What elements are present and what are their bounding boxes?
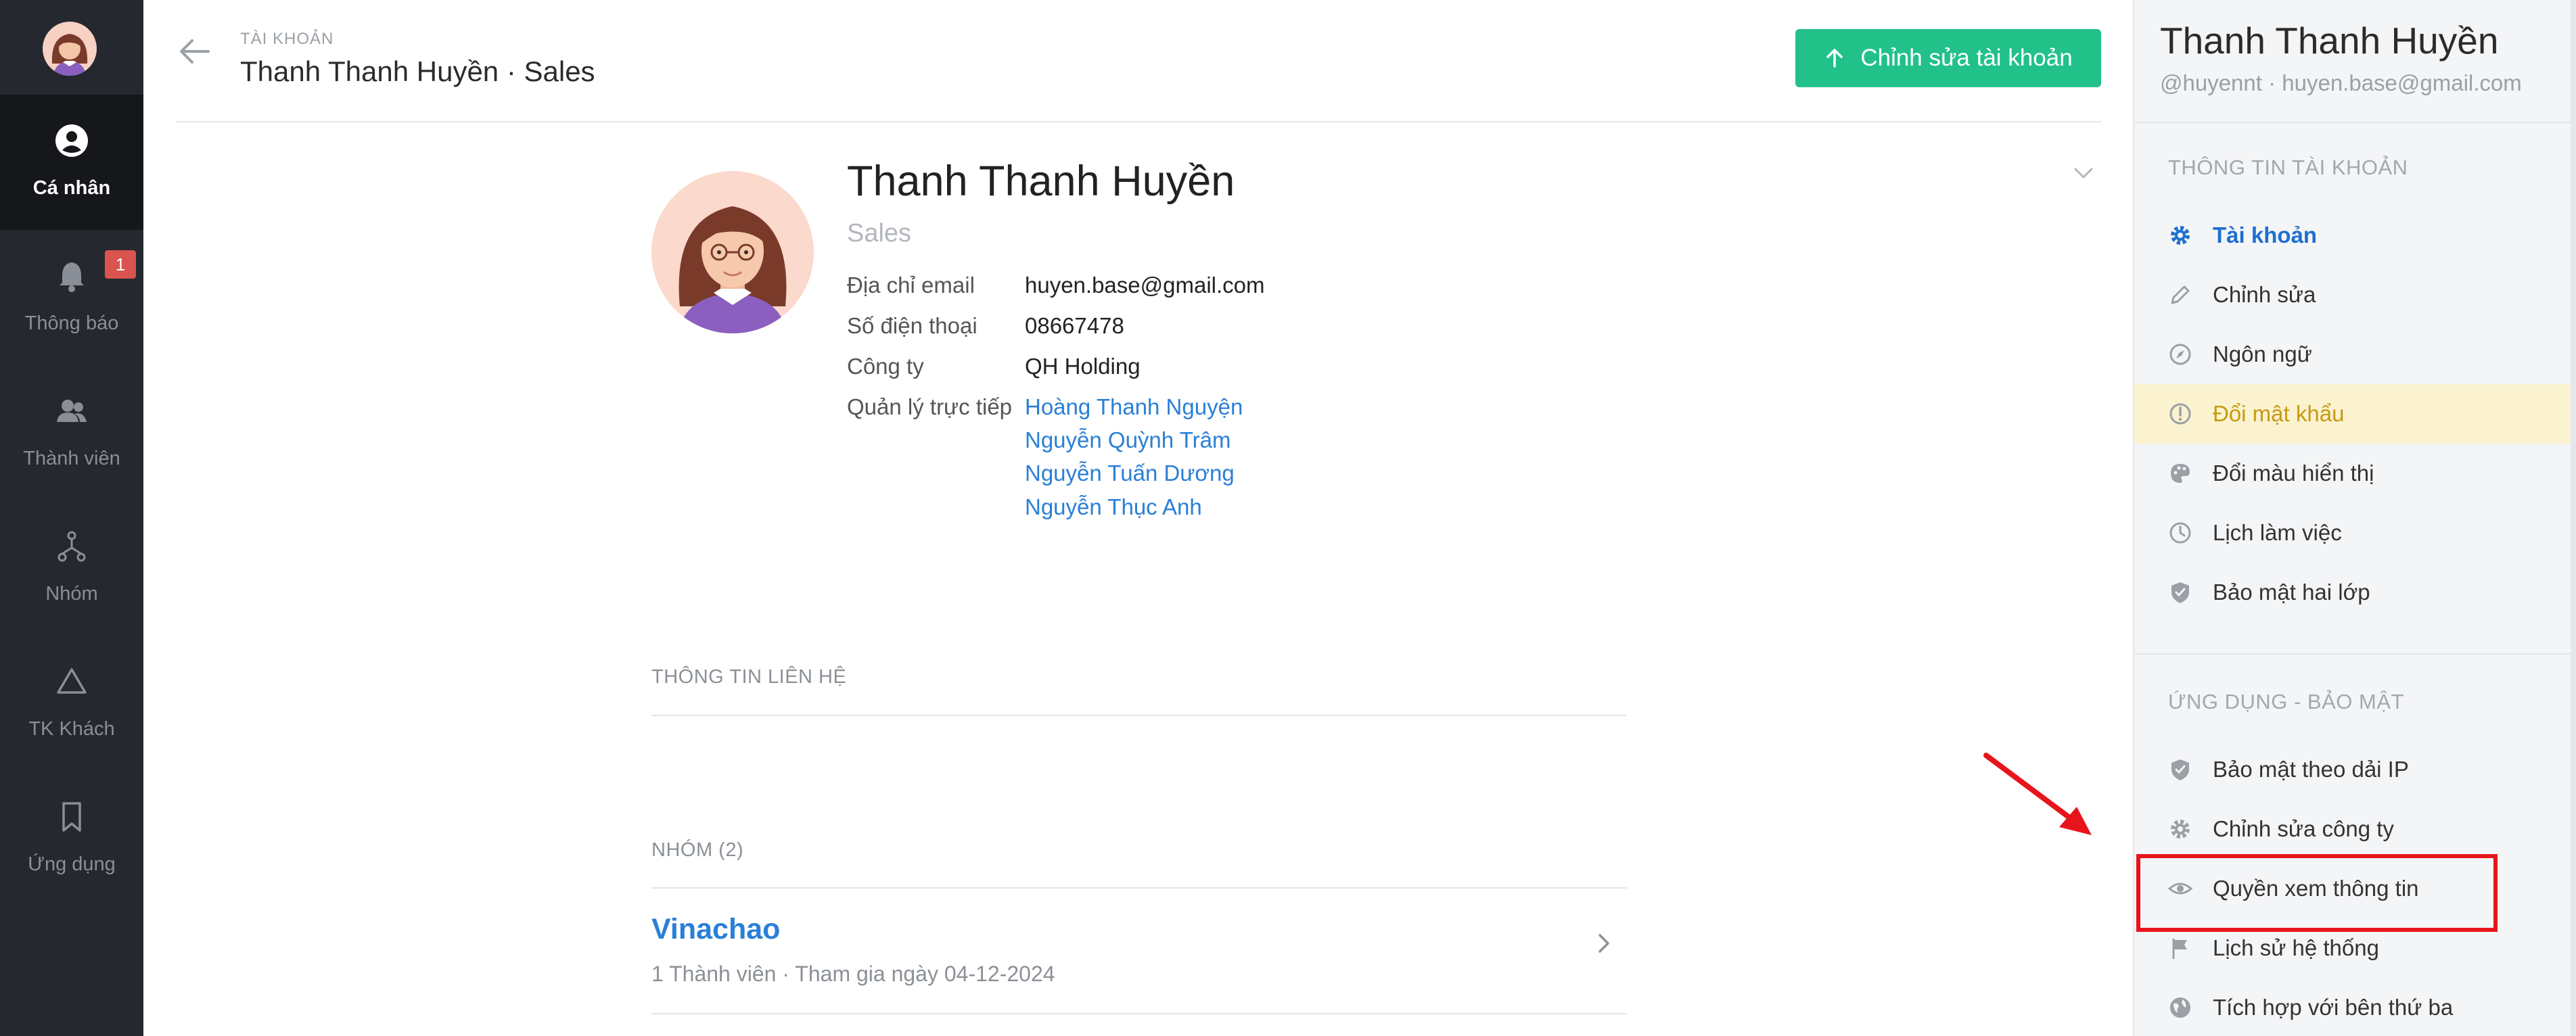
menu-item-two-factor[interactable]: Bảo mật hai lớp: [2134, 563, 2576, 622]
notification-badge: 1: [105, 250, 136, 279]
menu-item-label: Đổi màu hiển thị: [2213, 461, 2374, 486]
manager-link[interactable]: Nguyễn Tuấn Dương: [1025, 461, 1235, 486]
chevron-right-icon[interactable]: [1593, 930, 1613, 957]
nav-item-members[interactable]: Thành viên: [0, 365, 143, 500]
manager-link[interactable]: Hoàng Thanh Nguyện: [1025, 394, 1243, 420]
group-tree-icon: [58, 531, 86, 562]
panel-divider: [2134, 122, 2576, 123]
menu-item-label: Chỉnh sửa: [2213, 282, 2316, 307]
menu-item-account[interactable]: Tài khoản: [2134, 206, 2576, 265]
arrow-up-icon: [1826, 49, 1843, 68]
menu-item-edit[interactable]: Chỉnh sửa: [2134, 265, 2576, 325]
profile-name: Thanh Thanh Huyền: [847, 158, 1235, 205]
edit-account-label: Chỉnh sửa tài khoản: [1860, 45, 2073, 71]
nav-item-label: TK Khách: [28, 718, 115, 740]
menu-item-theme[interactable]: Đổi màu hiển thị: [2134, 444, 2576, 503]
contact-section-title: THÔNG TIN LIÊN HỆ: [651, 666, 847, 688]
company-value: QH Holding: [1025, 354, 1141, 379]
compass-icon: [2169, 344, 2191, 365]
groups-section-title: NHÓM (2): [651, 839, 744, 861]
profile-role: Sales: [847, 219, 912, 248]
menu-item-label: Bảo mật hai lớp: [2213, 580, 2370, 605]
menu-item-label: Chỉnh sửa công ty: [2213, 816, 2394, 841]
pencil-icon: [2171, 285, 2190, 304]
menu-item-edit-company[interactable]: Chỉnh sửa công ty: [2134, 799, 2576, 859]
email-label: Địa chỉ email: [847, 273, 975, 298]
edit-account-button[interactable]: Chỉnh sửa tài khoản: [1795, 29, 2101, 87]
nav-item-label: Ứng dụng: [28, 853, 116, 875]
bell-icon: [60, 262, 84, 292]
gear-icon: [2171, 226, 2190, 245]
chevron-down-icon[interactable]: [2070, 161, 2097, 185]
phone-value: 08667478: [1025, 313, 1124, 338]
alert-circle-icon: [2169, 403, 2191, 425]
annotation-arrow: [1983, 753, 2092, 835]
nav-item-label: Thông báo: [24, 312, 119, 334]
manager-label: Quản lý trực tiếp: [847, 394, 1013, 419]
manager-link[interactable]: Nguyễn Thục Anh: [1025, 494, 1202, 520]
menu-item-change-password[interactable]: Đổi mật khẩu: [2134, 384, 2576, 444]
panel-divider: [2134, 653, 2576, 655]
profile-avatar: [651, 171, 814, 333]
shield-icon: [2171, 759, 2189, 780]
header-divider: [176, 121, 2101, 122]
menu-item-label: Lịch làm việc: [2213, 520, 2342, 545]
group-name-link[interactable]: Vinachao: [651, 913, 780, 946]
menu-item-label: Lịch sử hệ thống: [2213, 935, 2379, 960]
panel-user-subtitle: @huyennt · huyen.base@gmail.com: [2160, 70, 2522, 95]
nav-item-label: Cá nhân: [32, 177, 111, 199]
nav-item-apps[interactable]: Ứng dụng: [0, 771, 143, 906]
left-nav: Cá nhân Thông báo 1 Thành viên Nhóm TK K…: [0, 0, 143, 1036]
menu-item-label: Tích hợp với bên thứ ba: [2213, 995, 2454, 1020]
group-meta: 1 Thành viên · Tham gia ngày 04-12-2024: [651, 962, 1055, 986]
menu-item-schedule[interactable]: Lịch làm việc: [2134, 503, 2576, 563]
nav-item-label: Nhóm: [45, 583, 98, 605]
back-arrow-icon[interactable]: [176, 32, 214, 70]
users-icon: [57, 400, 87, 422]
annotation-highlight-box: [2136, 854, 2498, 932]
nav-item-groups[interactable]: Nhóm: [0, 500, 143, 636]
menu-item-language[interactable]: Ngôn ngữ: [2134, 325, 2576, 384]
menu-item-label: Tài khoản: [2213, 222, 2318, 248]
security-section-title: ỨNG DỤNG - BẢO MẬT: [2168, 690, 2404, 713]
menu-item-label: Ngôn ngữ: [2213, 342, 2312, 367]
clock-icon: [2169, 522, 2191, 544]
palette-icon: [2171, 464, 2190, 483]
email-value: huyen.base@gmail.com: [1025, 273, 1265, 298]
section-divider: [651, 887, 1627, 889]
section-divider: [651, 715, 1627, 716]
user-circle-icon: [55, 124, 88, 157]
breadcrumb: TÀI KHOẢN: [240, 30, 334, 48]
page-title: Thanh Thanh Huyền · Sales: [240, 55, 595, 87]
bookmark-icon: [62, 802, 81, 832]
nav-item-guest-accounts[interactable]: TK Khách: [0, 636, 143, 771]
nav-item-label: Thành viên: [23, 448, 120, 469]
menu-item-ip-security[interactable]: Bảo mật theo dải IP: [2134, 740, 2576, 799]
panel-user-name: Thanh Thanh Huyền: [2160, 20, 2499, 62]
nav-item-personal[interactable]: Cá nhân: [0, 95, 143, 230]
menu-item-third-party[interactable]: Tích hợp với bên thứ ba: [2134, 978, 2576, 1036]
globe-icon: [2170, 997, 2190, 1018]
gear-icon: [2171, 820, 2190, 839]
company-label: Công ty: [847, 354, 924, 379]
nav-avatar[interactable]: [43, 22, 97, 76]
panel-scrollbar[interactable]: [2571, 0, 2576, 1036]
flag-icon: [2172, 939, 2187, 959]
menu-item-label: Bảo mật theo dải IP: [2213, 757, 2409, 782]
manager-link[interactable]: Nguyễn Quỳnh Trâm: [1025, 427, 1230, 453]
menu-item-label: Đổi mật khẩu: [2213, 401, 2345, 426]
account-section-title: THÔNG TIN TÀI KHOẢN: [2168, 156, 2408, 179]
triangle-icon: [57, 668, 87, 694]
phone-label: Số điện thoại: [847, 313, 978, 338]
shield-icon: [2171, 582, 2189, 603]
section-divider: [651, 1013, 1627, 1014]
